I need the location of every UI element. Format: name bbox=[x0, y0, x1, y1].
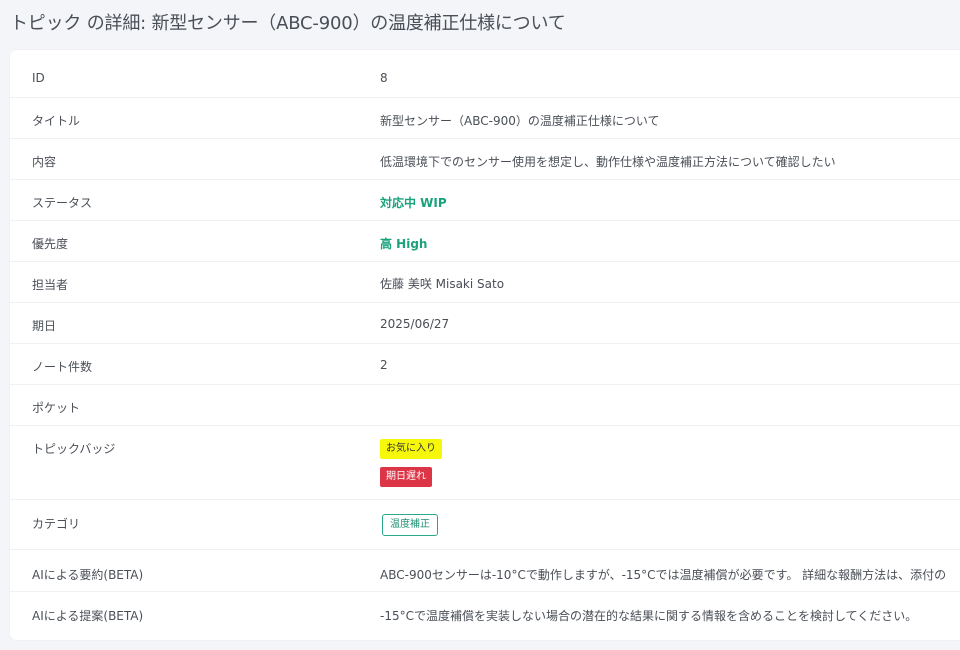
ai-suggestion-value: -15°Cで温度補償を実装しない場合の潜在的な結果に関する情報を含めることを検討… bbox=[380, 609, 918, 623]
due-value: 2025/06/27 bbox=[380, 317, 450, 331]
ai-suggestion-label: AIによる提案(BETA) bbox=[32, 609, 144, 623]
row-badges: トピックバッジ お気に入り 期日遅れ bbox=[10, 426, 960, 500]
detail-card: ID 8 タイトル 新型センサー（ABC-900）の温度補正仕様について 内容 … bbox=[10, 50, 960, 640]
row-notes: ノート件数 2 bbox=[10, 344, 960, 385]
title-value: 新型センサー（ABC-900）の温度補正仕様について bbox=[380, 114, 660, 128]
row-category: カテゴリ 温度補正 bbox=[10, 500, 960, 550]
row-pocket: ポケット bbox=[10, 385, 960, 426]
id-label: ID bbox=[32, 71, 45, 85]
row-title: タイトル 新型センサー（ABC-900）の温度補正仕様について bbox=[10, 98, 960, 139]
row-ai-suggestion: AIによる提案(BETA) -15°Cで温度補償を実装しない場合の潜在的な結果に… bbox=[10, 592, 960, 640]
row-id: ID 8 bbox=[10, 50, 960, 98]
status-label: ステータス bbox=[32, 196, 93, 210]
title-label: タイトル bbox=[32, 114, 81, 128]
row-assignee: 担当者 佐藤 美咲 Misaki Sato bbox=[10, 262, 960, 303]
pocket-label: ポケット bbox=[32, 401, 81, 415]
category-badge[interactable]: 温度補正 bbox=[382, 514, 438, 536]
favorite-badge: お気に入り bbox=[380, 439, 442, 459]
overdue-badge: 期日遅れ bbox=[380, 467, 432, 487]
page-title: トピック の詳細: 新型センサー（ABC-900）の温度補正仕様について bbox=[10, 13, 566, 34]
due-label: 期日 bbox=[32, 319, 57, 333]
status-value: 対応中 WIP bbox=[380, 196, 447, 210]
content-label: 内容 bbox=[32, 155, 57, 169]
row-priority: 優先度 高 High bbox=[10, 221, 960, 262]
assignee-label: 担当者 bbox=[32, 278, 69, 292]
row-status: ステータス 対応中 WIP bbox=[10, 180, 960, 221]
notes-label: ノート件数 bbox=[32, 360, 93, 374]
category-label: カテゴリ bbox=[32, 517, 81, 531]
id-value: 8 bbox=[380, 71, 388, 85]
row-ai-summary: AIによる要約(BETA) ABC-900センサーは-10°Cで動作しますが、-… bbox=[10, 550, 960, 592]
ai-summary-value: ABC-900センサーは-10°Cで動作しますが、-15°Cでは温度補償が必要で… bbox=[380, 568, 947, 582]
content-value: 低温環境下でのセンサー使用を想定し、動作仕様や温度補正方法について確認したい bbox=[380, 155, 836, 169]
priority-value: 高 High bbox=[380, 237, 428, 251]
assignee-value: 佐藤 美咲 Misaki Sato bbox=[380, 277, 505, 291]
row-content: 内容 低温環境下でのセンサー使用を想定し、動作仕様や温度補正方法について確認した… bbox=[10, 139, 960, 180]
notes-value: 2 bbox=[380, 358, 388, 372]
row-due-date: 期日 2025/06/27 bbox=[10, 303, 960, 344]
ai-summary-label: AIによる要約(BETA) bbox=[32, 568, 144, 582]
badges-label: トピックバッジ bbox=[32, 442, 116, 456]
priority-label: 優先度 bbox=[32, 237, 69, 251]
